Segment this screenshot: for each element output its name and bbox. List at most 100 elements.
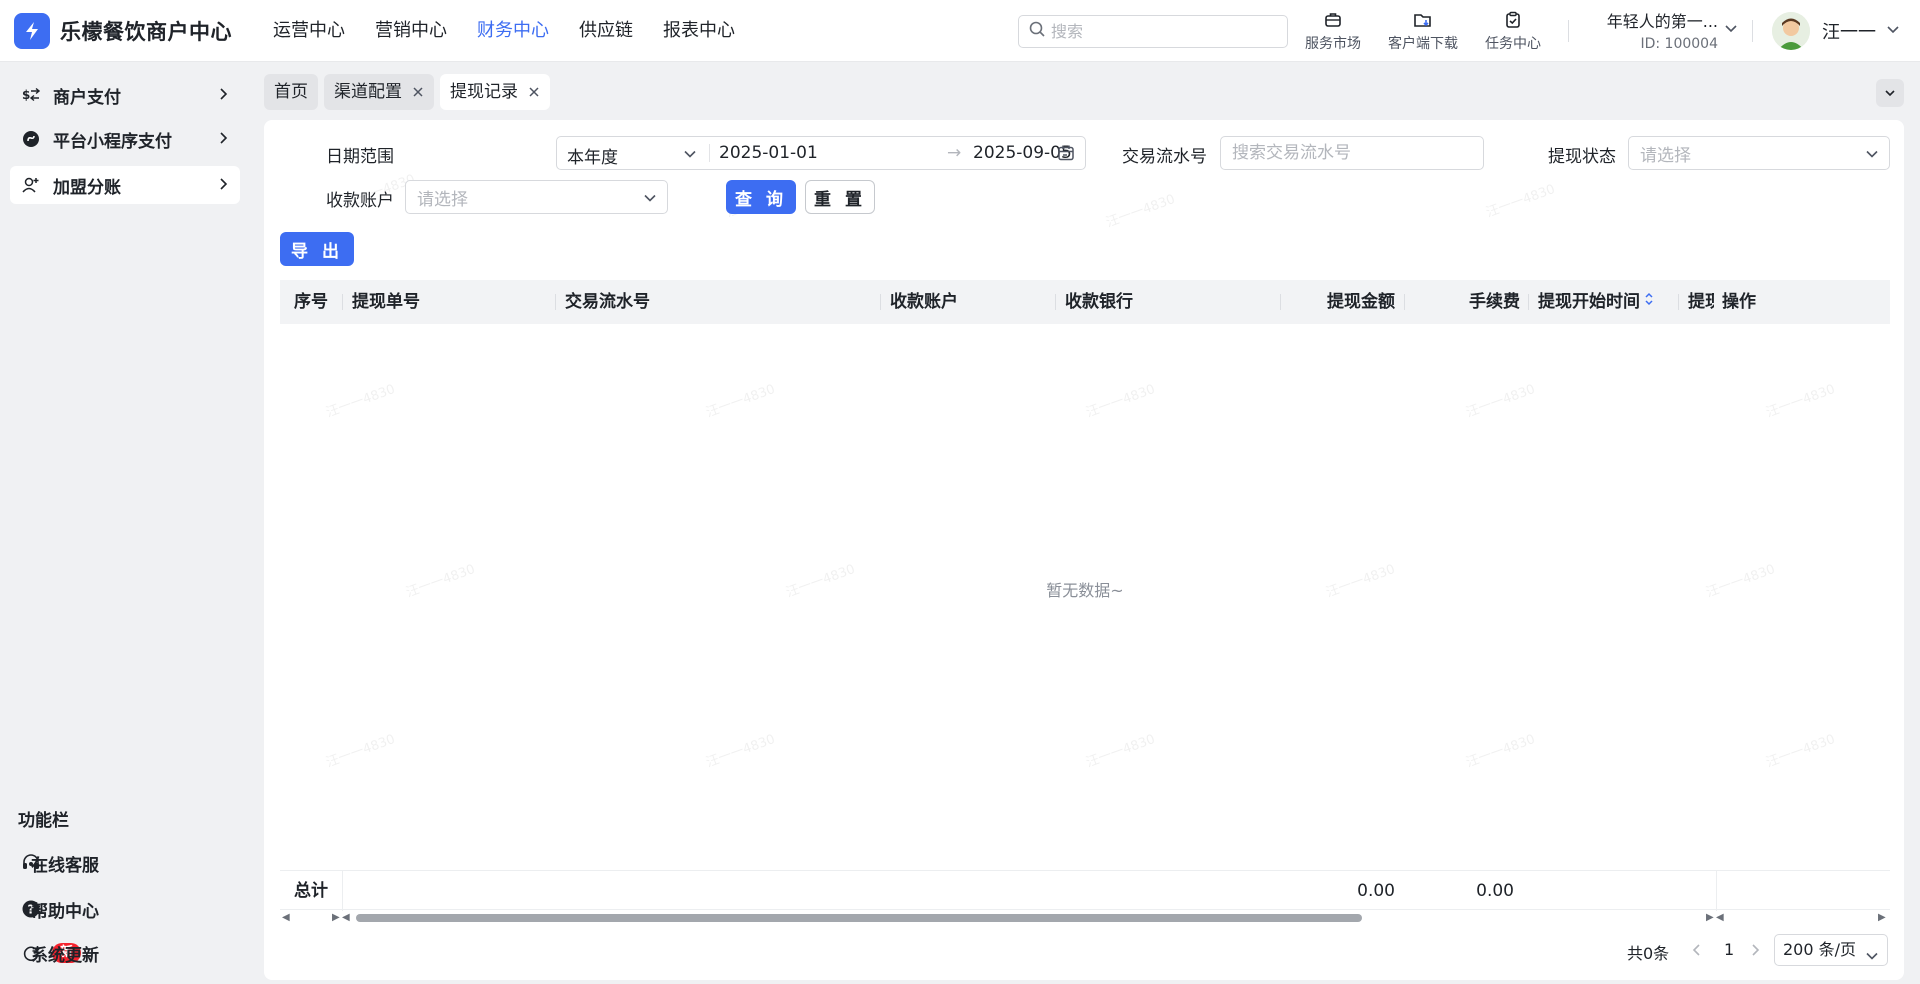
receive-account-select[interactable]: 请选择 [405,180,668,214]
close-icon[interactable] [528,86,540,98]
column-divider [1678,294,1679,310]
clipboard-check-icon [1473,9,1553,31]
serial-number-field[interactable] [1220,136,1484,170]
sidebar-item-label: 平台小程序支付 [53,131,172,152]
content-card: 汪一一4830 汪一一4830 汪一一4830 汪一一4830 汪一一4830 … [264,120,1904,980]
main-nav: 运营中心 营销中心 财务中心 供应链 报表中心 [258,0,750,62]
watermark-text: 汪一一4830 [1484,182,1558,221]
store-switcher[interactable]: 年轻人的第一... ID: 100004 [1578,8,1738,52]
service-market-button[interactable]: 服务市场 [1293,9,1373,53]
calendar-icon[interactable] [1057,144,1075,167]
sidebar-item-merchant-pay[interactable]: $ 商户支付 [10,76,240,114]
tab-channel-config[interactable]: 渠道配置 [324,74,434,110]
date-start-input[interactable]: 2025-01-01 [719,143,818,163]
header-divider [1752,20,1753,42]
client-download-label: 客户端下载 [1388,36,1458,52]
column-divider [342,871,343,911]
sidebar-item-label: 商户支付 [53,87,121,108]
horizontal-scrollbar[interactable]: ◀ ▶ ◀ ▶ ◀ ▶ [280,912,1890,924]
app-root: 乐檬餐饮商户中心 运营中心 营销中心 财务中心 供应链 报表中心 服务市场 客 [0,0,1920,984]
scroll-right-icon[interactable]: ▶ [332,912,340,924]
reset-button[interactable]: 重 置 [805,180,875,214]
chevron-down-icon [1865,146,1879,166]
sort-icon[interactable] [1644,280,1654,324]
receive-account-label: 收款账户 [326,191,394,211]
task-center-button[interactable]: 任务中心 [1473,9,1553,53]
scroll-left-icon[interactable]: ◀ [282,912,290,924]
brand-name: 乐檬餐饮商户中心 [60,20,232,44]
serial-number-input[interactable] [1232,143,1483,163]
user-menu[interactable]: 汪一一 [1772,12,1900,50]
help-center-link[interactable]: ? 帮助中心 [20,894,99,924]
column-header-bank: 收款银行 [1065,292,1133,312]
column-header-start-time[interactable]: 提现开始时间 [1538,280,1678,324]
nav-item-supply-chain[interactable]: 供应链 [564,0,648,62]
account-placeholder: 请选择 [417,189,468,210]
column-divider [1055,294,1056,310]
brand-logo[interactable]: 乐檬餐饮商户中心 [14,13,232,49]
chevron-right-icon [216,176,230,196]
nav-item-finance[interactable]: 财务中心 [462,0,564,62]
export-button[interactable]: 导 出 [280,232,354,266]
date-period-select[interactable]: 本年度 [567,143,618,168]
page-tabs: 首页 渠道配置 提现记录 [264,74,556,110]
scroll-left-icon[interactable]: ◀ [342,912,350,924]
service-market-label: 服务市场 [1305,36,1361,52]
folder-download-icon [1383,9,1463,31]
tab-withdrawal-records[interactable]: 提现记录 [440,74,550,110]
prev-page-icon[interactable] [1690,942,1704,962]
date-range-label: 日期范围 [326,147,394,167]
chevron-down-icon [1885,90,1895,97]
client-download-button[interactable]: 客户端下载 [1383,9,1463,53]
column-header-account: 收款账户 [890,292,958,312]
next-page-icon[interactable] [1748,942,1762,962]
search-icon [1029,21,1045,42]
search-input[interactable] [1051,22,1271,41]
tabs-more-button[interactable] [1876,79,1904,107]
scrollbar-thumb[interactable] [356,914,1362,922]
chevron-down-icon [683,146,697,166]
pagination-current-page[interactable]: 1 [1724,940,1734,959]
status-placeholder: 请选择 [1640,145,1691,166]
scroll-right-icon[interactable]: ▶ [1706,912,1714,924]
date-range-picker[interactable]: 本年度 2025-01-01 → 2025-09-05 [556,136,1086,170]
page-size-select[interactable]: 200 条/页 [1774,934,1888,966]
withdraw-status-select[interactable]: 请选择 [1628,136,1890,170]
svg-text:$: $ [22,88,30,102]
summary-label: 总计 [294,881,328,901]
column-header-withdraw-no: 提现单号 [352,292,420,312]
column-header-amount: 提现金额 [1327,292,1395,312]
column-divider [1280,294,1281,310]
scroll-right-icon[interactable]: ▶ [1878,912,1886,924]
avatar [1772,12,1810,50]
empty-state-text: 暂无数据~ [1046,581,1124,600]
column-divider [880,294,881,310]
system-update-link[interactable]: 系统更新 新 [20,938,99,968]
nav-item-marketing[interactable]: 营销中心 [360,0,462,62]
date-range-separator: → [947,143,962,163]
tab-label: 提现记录 [450,82,518,102]
column-divider [1528,294,1529,310]
chevron-down-icon [1865,943,1879,973]
header-divider [1568,20,1569,42]
sidebar-item-franchise-split[interactable]: 加盟分账 [10,166,240,204]
tab-home[interactable]: 首页 [264,74,318,110]
table-summary-row: 总计 0.00 0.00 [280,870,1890,911]
briefcase-icon [1293,9,1373,31]
page-size-value: 200 条/页 [1783,940,1857,959]
global-search[interactable] [1018,15,1288,48]
close-icon[interactable] [412,86,424,98]
nav-item-reports[interactable]: 报表中心 [648,0,750,62]
serial-number-label: 交易流水号 [1122,147,1207,167]
scroll-left-icon[interactable]: ◀ [1716,912,1724,924]
summary-amount: 0.00 [1357,881,1395,901]
sidebar-item-mini-program-pay[interactable]: 平台小程序支付 [10,120,240,158]
query-button[interactable]: 查 询 [726,180,796,214]
table-header: 序号 提现单号 交易流水号 收款账户 收款银行 提现金额 手续费 提现开始时间 … [280,280,1890,324]
mini-program-icon [20,128,42,150]
nav-item-operations[interactable]: 运营中心 [258,0,360,62]
column-divider [555,294,556,310]
withdrawal-table: 序号 提现单号 交易流水号 收款账户 收款银行 提现金额 手续费 提现开始时间 … [280,280,1890,923]
online-service-link[interactable]: 在线客服 [20,848,99,878]
column-divider [1404,294,1405,310]
